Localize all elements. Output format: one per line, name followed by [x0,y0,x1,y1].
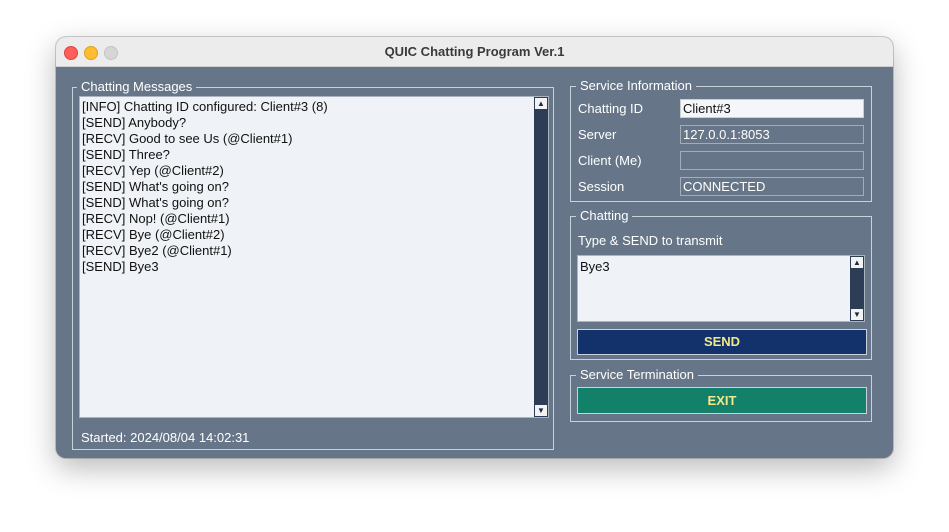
message-line: [RECV] Bye2 (@Client#1) [82,243,232,258]
client-field [680,151,864,170]
scroll-down-icon[interactable]: ▼ [535,405,547,416]
message-line: [RECV] Bye (@Client#2) [82,227,225,242]
message-line: [SEND] What's going on? [82,179,229,194]
exit-button[interactable]: EXIT [577,387,867,414]
server-field: 127.0.0.1:8053 [680,125,864,144]
send-button[interactable]: SEND [577,329,867,355]
scroll-down-icon[interactable]: ▼ [851,309,863,320]
chat-input-scrollbar[interactable]: ▲ ▼ [850,256,864,321]
message-list: [INFO] Chatting ID configured: Client#3 … [82,99,530,275]
message-line: [SEND] Anybody? [82,115,187,130]
app-window: QUIC Chatting Program Ver.1 Chatting Mes… [56,37,893,458]
service-information-label: Service Information [576,78,696,94]
message-log[interactable]: [INFO] Chatting ID configured: Client#3 … [79,96,549,418]
client-label: Client (Me) [578,153,642,168]
message-scrollbar[interactable]: ▲ ▼ [534,97,548,417]
chatting-frame: Chatting Type & SEND to transmit Bye3 ▲ … [570,208,872,360]
chatting-messages-frame: Chatting Messages [INFO] Chatting ID con… [72,79,554,450]
scroll-up-icon[interactable]: ▲ [535,98,547,109]
message-line: [RECV] Good to see Us (@Client#1) [82,131,293,146]
service-termination-label: Service Termination [576,367,698,383]
message-line: [SEND] Three? [82,147,170,162]
chat-input[interactable]: Bye3 [580,259,848,319]
chatting-messages-label: Chatting Messages [77,79,197,95]
window-title: QUIC Chatting Program Ver.1 [384,44,565,59]
message-line: [INFO] Chatting ID configured: Client#3 … [82,99,328,114]
session-field: CONNECTED [680,177,864,196]
chat-hint: Type & SEND to transmit [578,233,723,248]
service-information-frame: Service Information Chatting ID Client#3… [570,78,872,202]
session-label: Session [578,179,625,194]
message-line: [SEND] What's going on? [82,195,229,210]
scroll-up-icon[interactable]: ▲ [851,257,863,268]
chatting-label: Chatting [576,208,633,224]
started-timestamp: Started: 2024/08/04 14:02:31 [81,430,250,445]
message-line: [RECV] Nop! (@Client#1) [82,211,230,226]
main-content: Chatting Messages [INFO] Chatting ID con… [56,67,893,458]
message-line: [RECV] Yep (@Client#2) [82,163,224,178]
service-termination-frame: Service Termination EXIT [570,367,872,422]
server-label: Server [578,127,617,142]
chatting-id-label: Chatting ID [578,101,644,116]
message-line: [SEND] Bye3 [82,259,159,274]
chat-input-box: Bye3 ▲ ▼ [577,255,865,322]
chatting-id-field[interactable]: Client#3 [680,99,864,118]
title-bar: QUIC Chatting Program Ver.1 [56,37,893,67]
